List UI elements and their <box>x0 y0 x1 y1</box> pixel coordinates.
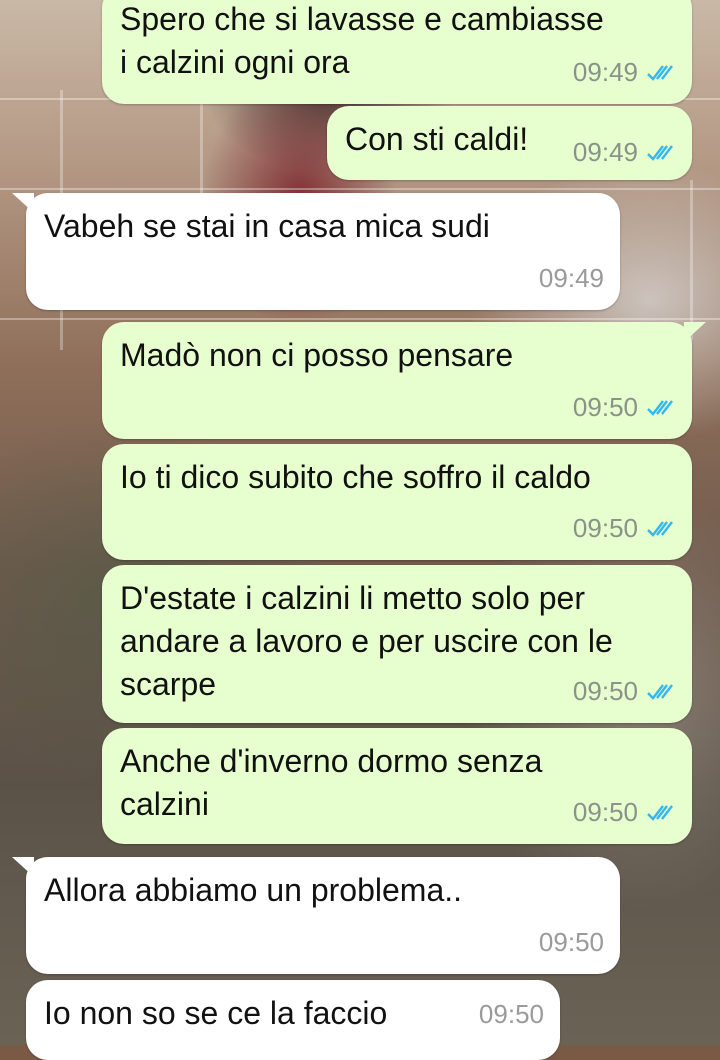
read-ticks-icon <box>647 520 673 537</box>
message-text: Io non so se ce la faccio <box>44 995 388 1031</box>
message-text: Allora abbiamo un problema.. <box>44 872 463 908</box>
message-text: Madò non ci posso pensare <box>120 337 514 373</box>
outgoing-message-bubble[interactable]: Con sti caldi! 09:49 <box>327 106 692 180</box>
message-time: 09:49 <box>572 137 638 167</box>
message-time: 09:49 <box>572 57 638 87</box>
outgoing-message-bubble[interactable]: Io ti dico subito che soffro il caldo 09… <box>102 444 692 560</box>
bubble-tail <box>684 322 706 342</box>
message-meta: 09:50 <box>573 670 676 713</box>
message-meta: 09:50 <box>573 386 676 429</box>
message-meta: 09:49 <box>539 257 604 300</box>
message-time: 09:50 <box>572 392 638 422</box>
incoming-message-bubble[interactable]: Allora abbiamo un problema.. 09:50 <box>12 857 620 974</box>
message-time: 09:49 <box>538 263 604 293</box>
message-text: Io ti dico subito che soffro il caldo <box>120 459 591 495</box>
outgoing-message-bubble[interactable]: Spero che si lavasse e cambiasse i calzi… <box>102 0 692 104</box>
message-meta: 09:50 <box>539 921 604 964</box>
bubble-tail <box>12 193 34 213</box>
incoming-message-bubble[interactable]: Io non so se ce la faccio 09:50 <box>26 980 560 1060</box>
message-time: 09:50 <box>478 999 544 1029</box>
read-ticks-icon <box>647 683 673 700</box>
incoming-message-bubble[interactable]: Vabeh se stai in casa mica sudi 09:49 <box>12 193 620 310</box>
message-meta: 09:49 <box>573 131 676 174</box>
chat-messages-list[interactable]: Spero che si lavasse e cambiasse i calzi… <box>0 0 720 1060</box>
read-ticks-icon <box>647 399 673 416</box>
message-meta: 09:49 <box>573 51 676 94</box>
message-time: 09:50 <box>538 927 604 957</box>
read-ticks-icon <box>647 804 673 821</box>
message-meta: 09:50 <box>479 993 544 1036</box>
read-ticks-icon <box>647 144 673 161</box>
bubble-tail <box>12 857 34 877</box>
message-text: Vabeh se stai in casa mica sudi <box>44 208 490 244</box>
message-meta: 09:50 <box>573 791 676 834</box>
message-time: 09:50 <box>572 676 638 706</box>
outgoing-message-bubble[interactable]: Anche d'inverno dormo senza calzini 09:5… <box>102 728 692 844</box>
read-ticks-icon <box>647 64 673 81</box>
outgoing-message-bubble[interactable]: Madò non ci posso pensare 09:50 <box>102 322 706 439</box>
outgoing-message-bubble[interactable]: D'estate i calzini li metto solo per and… <box>102 565 692 723</box>
message-meta: 09:50 <box>573 507 676 550</box>
message-time: 09:50 <box>572 797 638 827</box>
message-time: 09:50 <box>572 513 638 543</box>
